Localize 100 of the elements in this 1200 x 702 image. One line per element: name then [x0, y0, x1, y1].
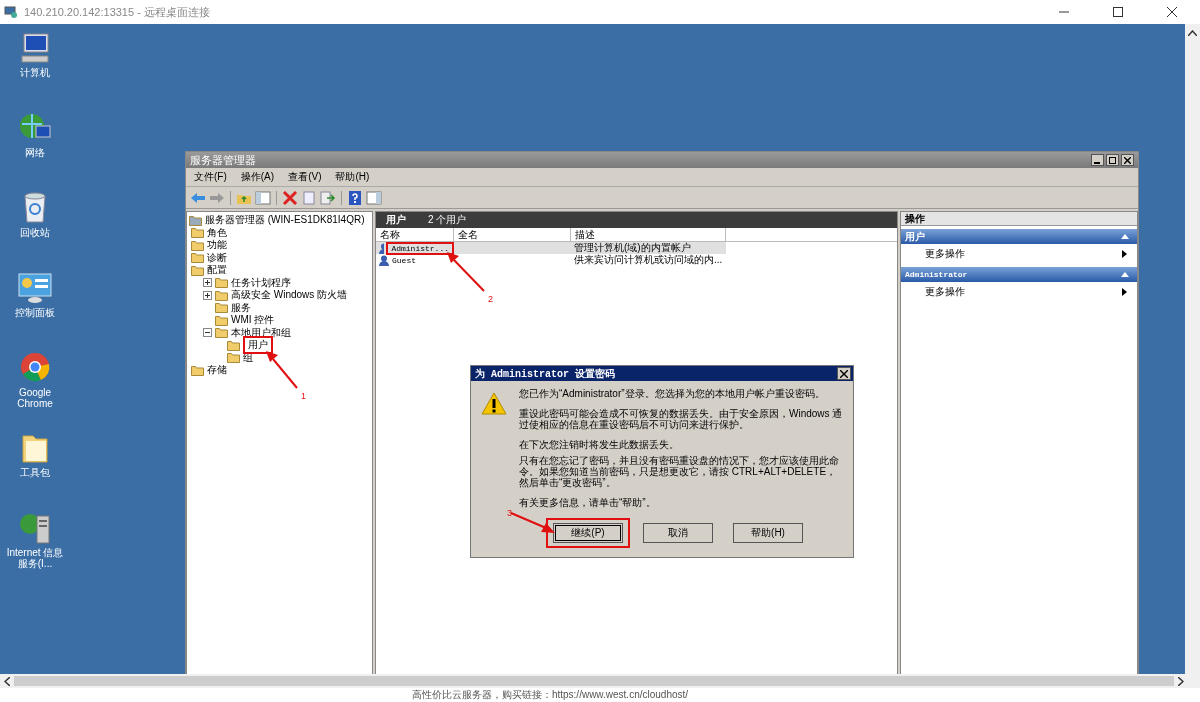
action-item[interactable]: 更多操作: [901, 244, 1137, 264]
action-label: 更多操作: [925, 247, 965, 261]
step-number: 2: [488, 294, 493, 304]
folder-icon: [215, 302, 228, 314]
window-title: 140.210.20.142:13315 - 远程桌面连接: [24, 4, 210, 20]
maximize-button[interactable]: [1106, 154, 1119, 166]
horizontal-scrollbar[interactable]: [0, 674, 1200, 688]
tree-item[interactable]: 配置: [207, 263, 227, 278]
folder-icon: [191, 252, 204, 264]
dialog-paragraph: 只有在您忘记了密码，并且没有密码重设盘的情况下，您才应该使用此命令。如果您知道当前密码，只是想更改它，请按 CTRL+ALT+DELETE，然后单击“更改密码”。: [519, 455, 840, 488]
collapse-triangle-icon: [1121, 234, 1129, 239]
folder-icon: [215, 327, 228, 339]
tree-item[interactable]: 角色: [207, 225, 227, 240]
action-label: 更多操作: [925, 285, 965, 299]
dialog-paragraph: 重设此密码可能会造成不可恢复的数据丢失。由于安全原因，Windows 通过使相应的信息在重设密码后不可访问来进行保护。: [519, 408, 844, 430]
dialog-button[interactable]: 继续(P): [553, 523, 623, 543]
computer-icon[interactable]: [18, 32, 52, 64]
expander-toggle[interactable]: [203, 278, 212, 288]
vertical-scrollbar[interactable]: [1185, 24, 1200, 674]
scroll-up-icon[interactable]: [1188, 30, 1197, 36]
tree-item[interactable]: 任务计划程序: [231, 275, 291, 290]
pane-icon[interactable]: [255, 190, 271, 205]
collapse-triangle-icon: [1121, 272, 1129, 277]
menu-item[interactable]: 操作(A): [240, 170, 275, 184]
close-button[interactable]: [1121, 154, 1134, 166]
close-button[interactable]: [837, 367, 851, 380]
actions-section-header[interactable]: 用户: [901, 229, 1137, 244]
submenu-arrow-icon: [1122, 288, 1127, 296]
control-panel-icon[interactable]: [18, 272, 52, 304]
user-description: 供来宾访问计算机或访问域的内...: [573, 253, 724, 267]
browser-logo-icon[interactable]: [18, 352, 52, 384]
menu-item[interactable]: 查看(V): [288, 170, 322, 184]
folder-icon: [191, 227, 204, 239]
scroll-left-icon[interactable]: [4, 676, 10, 686]
action-item[interactable]: 更多操作: [901, 282, 1137, 302]
help-icon[interactable]: [347, 190, 363, 205]
dialog-title: 为 Administrator 设置密码: [475, 367, 615, 381]
footer-text: 高性价比云服务器，购买链接：https://www.west.cn/cloudhost/: [411, 688, 689, 702]
desktop-icon-label[interactable]: 回收站: [3, 227, 67, 238]
folder-icon: [215, 289, 228, 301]
remote-desktop-icon: [4, 6, 18, 18]
export-icon[interactable]: [320, 190, 336, 205]
folder-icon: [191, 264, 204, 276]
delete-icon[interactable]: [282, 190, 298, 205]
column-header[interactable]: 描述: [571, 228, 726, 241]
user-name: Administr...: [391, 243, 449, 253]
user-description: 管理计算机(域)的内置帐户: [573, 241, 692, 254]
folder-icon: [215, 277, 228, 289]
actions-section-header[interactable]: Administrator: [901, 267, 1137, 282]
folder-icon: [227, 352, 240, 364]
desktop-icon-label[interactable]: 控制面板: [3, 307, 67, 318]
section-title: Administrator: [905, 270, 968, 279]
expander-toggle[interactable]: [203, 290, 212, 300]
desktop-icon-label[interactable]: Internet 信息服务(I...: [3, 547, 67, 569]
folder-icon: [191, 364, 204, 376]
server-icon[interactable]: [18, 512, 52, 544]
dialog-paragraph: 您已作为“Administrator”登录。您选择为您的本地用户帐户重设密码。: [519, 388, 826, 399]
maximize-icon: [1109, 156, 1116, 164]
desktop-icon-label[interactable]: Google Chrome: [3, 387, 67, 409]
tree-item[interactable]: 高级安全 Windows 防火墙: [231, 288, 348, 303]
tree-item[interactable]: 诊断: [207, 250, 227, 265]
tree-item[interactable]: 服务: [231, 300, 251, 315]
folder-icon: [227, 339, 240, 351]
expander-toggle[interactable]: [203, 328, 212, 338]
menu-item[interactable]: 文件(F): [194, 170, 227, 184]
user-row[interactable]: Guest 供来宾访问计算机或访问域的内...: [376, 254, 897, 266]
tree-item[interactable]: 服务器管理器 (WIN-ES1DK81I4QR): [205, 213, 365, 228]
scroll-right-icon[interactable]: [1178, 676, 1184, 686]
close-icon[interactable]: [1166, 6, 1178, 18]
dialog-button[interactable]: 取消: [643, 523, 713, 543]
pane-heading: 用户: [386, 213, 406, 227]
user-count: 2 个用户: [428, 213, 467, 227]
tree-item[interactable]: WMI 控件: [231, 313, 275, 328]
maximize-icon[interactable]: [1112, 6, 1124, 18]
actions-heading: 操作: [901, 212, 1137, 226]
dialog-button[interactable]: 帮助(H): [733, 523, 803, 543]
warning-icon: [481, 392, 507, 415]
submenu-arrow-icon: [1122, 250, 1127, 258]
desktop-icon-label[interactable]: 工具包: [3, 467, 67, 478]
close-icon: [840, 369, 848, 378]
step-number: 1: [301, 392, 306, 402]
desktop-icon-label[interactable]: 网络: [3, 147, 67, 158]
section-title: 用户: [905, 229, 925, 244]
scrollbar-thumb[interactable]: [14, 676, 1174, 686]
minimize-button[interactable]: [1091, 154, 1104, 166]
tree-item[interactable]: 存储: [207, 363, 227, 378]
user-name: Guest: [392, 255, 416, 265]
column-header[interactable]: 全名: [454, 228, 571, 241]
tree-item[interactable]: 功能: [207, 238, 227, 253]
folder-icon: [189, 214, 202, 226]
folder-icon: [191, 239, 204, 251]
tree-item[interactable]: 用户: [248, 338, 268, 353]
dialog-paragraph: 有关更多信息，请单击“帮助”。: [519, 497, 657, 508]
close-icon: [1124, 156, 1131, 164]
desktop-icon-label[interactable]: 计算机: [3, 67, 67, 78]
column-header[interactable]: 名称: [376, 228, 454, 241]
server-manager-title: 服务器管理器: [190, 152, 256, 168]
menu-item[interactable]: 帮助(H): [335, 170, 370, 184]
folder-icon: [215, 314, 228, 326]
dialog-paragraph: 在下次您注销时将发生此数据丢失。: [519, 439, 680, 450]
